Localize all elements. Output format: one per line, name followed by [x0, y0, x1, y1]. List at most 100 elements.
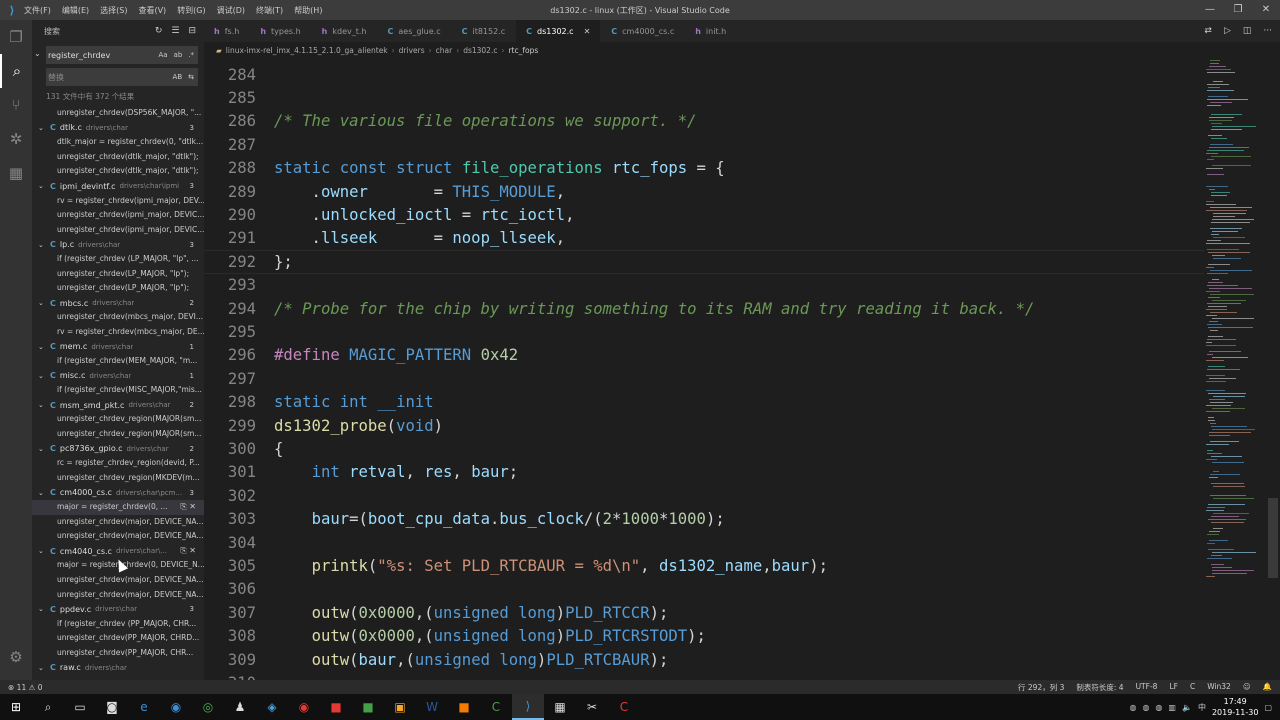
- result-match-row[interactable]: unregister_chrdev(major, DEVICE_NA...: [32, 515, 204, 530]
- tab-aes-glue-c[interactable]: Caes_glue.c: [378, 20, 452, 42]
- tab-init-h[interactable]: h init.h: [685, 20, 738, 42]
- collapse-all-icon[interactable]: ⊟: [188, 26, 196, 36]
- menu-item[interactable]: 转到(G): [177, 6, 205, 15]
- status-item[interactable]: ☺: [1243, 682, 1251, 693]
- result-match-row[interactable]: unregister_chrdev(LP_MAJOR, "lp");: [32, 267, 204, 282]
- minimap[interactable]: [1204, 58, 1266, 680]
- replace-icon[interactable]: ⎘: [180, 502, 186, 511]
- result-match-row[interactable]: unregister_chrdev(major, DEVICE_NA...: [32, 529, 204, 544]
- source-control-icon[interactable]: ⑂: [0, 88, 32, 122]
- tray-icon[interactable]: ◍: [1129, 703, 1136, 712]
- preserve-case-toggle[interactable]: AB: [173, 73, 183, 81]
- app-red-icon[interactable]: ■: [320, 694, 352, 720]
- replace-all-icon[interactable]: ⎘: [180, 546, 186, 555]
- code-editor[interactable]: 284 285 286 /* The various file operations …: [204, 58, 1204, 680]
- tab-fs-h[interactable]: h fs.h: [204, 20, 251, 42]
- code-line[interactable]: 308 outw(0x0000,(unsigned long)PLD_RTCRS…: [204, 625, 1204, 648]
- chevron-down-icon[interactable]: ⌄: [38, 605, 50, 613]
- menu-item[interactable]: 调试(D): [217, 6, 245, 15]
- scrollbar-thumb[interactable]: [1268, 498, 1278, 578]
- result-match-row[interactable]: if (register_chrdev (LP_MAJOR, "lp", ...: [32, 252, 204, 267]
- code-line[interactable]: 291 .llseek = noop_llseek,: [204, 227, 1204, 250]
- code-line[interactable]: 296 #define MAGIC_PATTERN 0x42: [204, 344, 1204, 367]
- menu-item[interactable]: 编辑(E): [62, 6, 89, 15]
- result-match-row[interactable]: if (register_chrdev(MISC_MAJOR,"mis...: [32, 383, 204, 398]
- result-match-row[interactable]: unregister_chrdev(dtlk_major, "dtlk");: [32, 150, 204, 165]
- search-input[interactable]: ⌄ register_chrdev Aa ab .*: [34, 46, 198, 64]
- windows-start-icon[interactable]: ⊞: [0, 694, 32, 720]
- code-line[interactable]: 288 static const struct file_operations r…: [204, 157, 1204, 180]
- close-icon[interactable]: ✕: [584, 27, 591, 36]
- code-line[interactable]: 284: [204, 63, 1204, 86]
- open-changes-icon[interactable]: ⇄: [1204, 26, 1212, 36]
- result-match-row[interactable]: unregister_chrdev(ipmi_major, DEVIC...: [32, 208, 204, 223]
- result-match-row[interactable]: if (register_chrdev (PP_MAJOR, CHR...: [32, 617, 204, 632]
- replace-input[interactable]: 替换 AB ⇆: [46, 68, 198, 86]
- code-line[interactable]: 286 /* The various file operations we sup…: [204, 110, 1204, 133]
- browser-icon[interactable]: ◉: [160, 694, 192, 720]
- maximize-button[interactable]: ❐: [1224, 0, 1252, 20]
- toggle-replace-icon[interactable]: ⌄: [34, 49, 41, 58]
- code-line[interactable]: 301 int retval, res, baur;: [204, 461, 1204, 484]
- photos-app-icon[interactable]: ◈: [256, 694, 288, 720]
- debug-icon[interactable]: ✲: [0, 122, 32, 156]
- code-line[interactable]: 302: [204, 484, 1204, 507]
- result-match-row[interactable]: unregister_chrdev(dtlk_major, "dtlk");: [32, 164, 204, 179]
- gear-icon[interactable]: ⚙: [0, 640, 32, 674]
- status-item[interactable]: 🔔: [1263, 682, 1272, 693]
- code-line[interactable]: 299 ds1302_probe(void): [204, 414, 1204, 437]
- vscode-taskbar-icon[interactable]: ⟩: [512, 694, 544, 720]
- menu-item[interactable]: 帮助(H): [294, 6, 322, 15]
- code-line[interactable]: 305 printk("%s: Set PLD_RTCBAUR = %d\n",…: [204, 554, 1204, 577]
- result-match-row[interactable]: major = register_chrdev(0, ... ⎘ ✕: [32, 500, 204, 515]
- code-line[interactable]: 287: [204, 133, 1204, 156]
- app-folder-icon[interactable]: ▣: [384, 694, 416, 720]
- result-match-row[interactable]: unregister_chrdev(LP_MAJOR, "lp");: [32, 281, 204, 296]
- result-file-row[interactable]: ⌄ Cdtlk.c drivers\char 3: [32, 121, 204, 136]
- run-icon[interactable]: ▷: [1224, 26, 1231, 36]
- result-file-row[interactable]: ⌄ Cipmi_devintf.c drivers\char\ipmi 3: [32, 179, 204, 194]
- code-line[interactable]: 292};: [204, 250, 1204, 274]
- taskbar-clock[interactable]: 17:49 2019-11-30: [1212, 696, 1259, 718]
- status-item[interactable]: 行 292，列 3: [1018, 682, 1064, 693]
- tab-cm4000-cs-c[interactable]: Ccm4000_cs.c: [601, 20, 686, 42]
- chrome-icon[interactable]: ◎: [192, 694, 224, 720]
- menu-item[interactable]: 文件(F): [24, 6, 51, 15]
- result-match-row[interactable]: unregister_chrdev(major, DEVICE_NA...: [32, 573, 204, 588]
- clear-results-icon[interactable]: ☰: [171, 26, 179, 36]
- match-case-toggle[interactable]: Aa: [158, 51, 167, 59]
- chevron-down-icon[interactable]: ⌄: [38, 664, 50, 672]
- breadcrumb-item[interactable]: linux-imx-rel_imx_4.1.15_2.1.0_ga_alient…: [226, 46, 388, 55]
- code-line[interactable]: 309 outw(baur,(unsigned long)PLD_RTCBAUR…: [204, 648, 1204, 671]
- chevron-down-icon[interactable]: ⌄: [38, 445, 50, 453]
- result-match-row[interactable]: unregister_chrdev_region(MAJOR(sm...: [32, 427, 204, 442]
- code-line[interactable]: 285: [204, 86, 1204, 109]
- tray-icon[interactable]: ◍: [1142, 703, 1149, 712]
- breadcrumb-item[interactable]: ds1302.c: [463, 46, 497, 55]
- breadcrumb-item[interactable]: drivers: [399, 46, 425, 55]
- result-file-row[interactable]: ⌄ Cmsm_smd_pkt.c drivers\char 2: [32, 398, 204, 413]
- match-word-toggle[interactable]: ab: [174, 51, 183, 59]
- refresh-icon[interactable]: ↻: [155, 26, 163, 36]
- result-match-row[interactable]: unregister_chrdev(DSP56K_MAJOR, "...: [32, 106, 204, 121]
- breadcrumb-item[interactable]: char: [436, 46, 453, 55]
- edge-browser-icon[interactable]: e: [128, 694, 160, 720]
- vertical-scrollbar[interactable]: [1266, 58, 1280, 680]
- result-file-row[interactable]: ⌄ Ccm4040_cs.c drivers\char\... ⎘ ✕: [32, 544, 204, 559]
- code-line[interactable]: 300 {: [204, 437, 1204, 460]
- menu-item[interactable]: 查看(V): [138, 6, 166, 15]
- result-match-row[interactable]: rc = register_chrdev_region(devid, P...: [32, 456, 204, 471]
- menu-item[interactable]: 选择(S): [100, 6, 127, 15]
- status-item[interactable]: 制表符长度: 4: [1076, 682, 1123, 693]
- regex-toggle[interactable]: .*: [188, 51, 194, 59]
- tab-kdev-t-h[interactable]: h kdev_t.h: [312, 20, 378, 42]
- result-file-row[interactable]: ⌄ Cmisc.c drivers\char 1: [32, 369, 204, 384]
- tab-ds1302-c[interactable]: Cds1302.c ✕: [516, 20, 602, 42]
- screenshot-tool-icon[interactable]: ✂: [576, 694, 608, 720]
- code-line[interactable]: 306: [204, 578, 1204, 601]
- close-button[interactable]: ✕: [1252, 0, 1280, 20]
- code-line[interactable]: 310: [204, 671, 1204, 680]
- result-match-row[interactable]: unregister_chrdev(mbcs_major, DEVI...: [32, 310, 204, 325]
- app-red2-icon[interactable]: C: [608, 694, 640, 720]
- result-file-row[interactable]: ⌄ Cmbcs.c drivers\char 2: [32, 296, 204, 311]
